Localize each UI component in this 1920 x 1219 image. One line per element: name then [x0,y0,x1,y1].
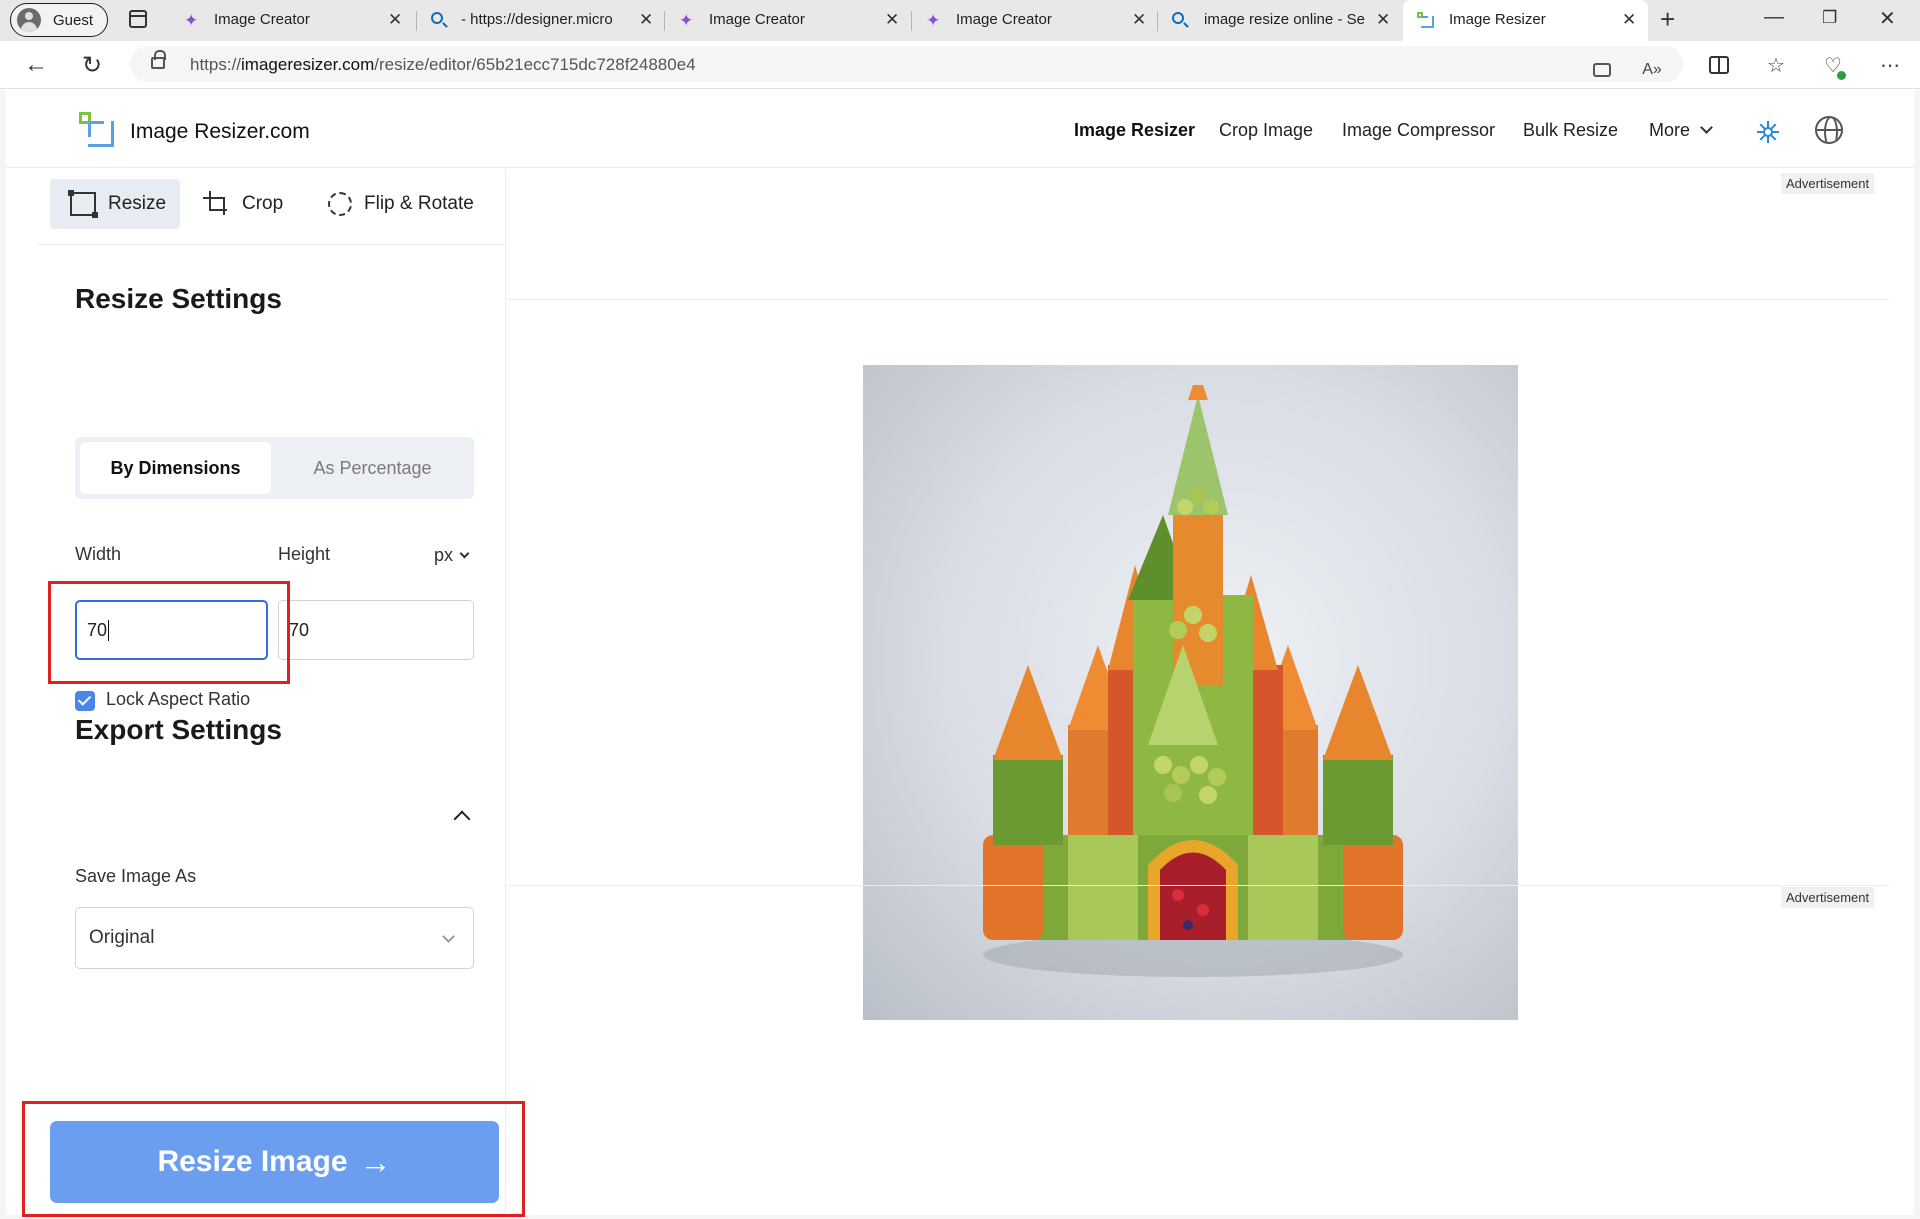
rotate-icon [328,192,352,216]
url-field[interactable]: https://imageresizer.com/resize/editor/6… [130,46,1683,82]
tab-resize-label: Resize [108,193,167,214]
nav-more-label: More [1649,120,1691,140]
tab-flip-rotate-label: Flip & Rotate [364,193,474,214]
as-percentage-button[interactable]: As Percentage [275,442,470,494]
nav-bulk-resize[interactable]: Bulk Resize [1523,120,1618,141]
lock-icon [151,50,166,69]
browser-tab[interactable]: ✦ Image Creator ✕ [170,0,410,41]
profile-label: Guest [53,11,94,29]
export-settings-heading: Export Settings [75,714,282,745]
resize-mode-toggle: By Dimensions As Percentage [75,437,474,499]
back-icon[interactable]: ← [20,49,52,81]
search-icon [1172,12,1190,30]
close-window-icon[interactable]: ✕ [1879,6,1896,31]
browser-tab-active[interactable]: Image Resizer ✕ [1403,0,1648,41]
nav-more[interactable]: More [1649,120,1713,141]
browser-tab[interactable]: ✦ Image Creator ✕ [912,0,1157,41]
site-header: Image Resizer.com Image Resizer Crop Ima… [6,90,1914,168]
browser-tab[interactable]: ✦ Image Creator ✕ [665,0,910,41]
chevron-down-icon [459,548,470,559]
read-aloud-icon[interactable]: A» [1638,56,1666,84]
unit-value: px [434,545,454,565]
nav-image-compressor[interactable]: Image Compressor [1342,120,1495,141]
width-label: Width [75,544,122,564]
sparkle-icon: ✦ [184,11,199,30]
highlight-box-resize [22,1101,525,1217]
save-format-value: Original [89,927,155,948]
search-icon [431,12,449,30]
url-text: https://imageresizer.com/resize/editor/6… [190,55,696,74]
close-tab-icon[interactable]: ✕ [1376,10,1390,30]
tab-crop-label: Crop [242,193,284,214]
tab-flip-rotate[interactable]: Flip & Rotate [328,179,498,229]
resize-settings-heading: Resize Settings [75,283,282,314]
advertisement-label: Advertisement [1781,887,1875,908]
theme-toggle-icon[interactable] [1757,121,1779,143]
tab-title: Image Resizer [1449,11,1546,28]
split-screen-icon[interactable] [1705,51,1733,79]
settings-panel: Resize Crop Flip & Rotate Resize Setting… [22,169,525,1217]
divider [507,299,1889,300]
close-tab-icon[interactable]: ✕ [1132,10,1146,30]
address-bar: ← ↻ https://imageresizer.com/resize/edit… [0,41,1920,89]
chevron-down-icon [1700,121,1713,134]
sparkle-icon: ✦ [679,11,694,30]
profile-avatar-icon [17,8,41,32]
sparkle-icon: ✦ [926,11,941,30]
tab-title: image resize online - Se [1204,11,1365,28]
save-image-as-label: Save Image As [75,866,197,886]
fruit-castle-image [983,385,1403,977]
height-input[interactable]: 70 [278,600,474,660]
browser-tab[interactable]: - https://designer.micro ✕ [417,0,662,41]
image-resizer-icon [1417,12,1435,30]
close-tab-icon[interactable]: ✕ [885,10,899,30]
logo-icon[interactable] [79,112,115,148]
unit-select[interactable]: px [434,545,470,566]
tab-title: Image Creator [214,11,310,28]
favorites-icon[interactable]: ☆ [1762,51,1790,79]
close-tab-icon[interactable]: ✕ [1622,10,1636,30]
language-globe-icon[interactable] [1815,116,1843,144]
new-tab-icon[interactable]: + [1660,4,1675,34]
by-dimensions-button[interactable]: By Dimensions [80,442,271,494]
chevron-down-icon [442,930,455,943]
profile-button[interactable]: Guest [10,3,108,37]
save-format-select[interactable]: Original [75,907,474,969]
nav-crop-image[interactable]: Crop Image [1219,120,1313,141]
tab-bar: Guest ✦ Image Creator ✕ - https://design… [0,0,1920,41]
browser-essentials-icon[interactable]: ♡ [1819,51,1847,80]
close-tab-icon[interactable]: ✕ [639,10,653,30]
tab-title: Image Creator [956,11,1052,28]
nav-image-resizer[interactable]: Image Resizer [1074,120,1195,141]
image-preview [863,365,1518,1020]
lock-aspect-ratio-label[interactable]: Lock Aspect Ratio [106,689,250,710]
divider [507,885,1889,886]
tab-actions-icon[interactable] [129,10,147,28]
minimize-icon[interactable]: — [1764,6,1784,29]
site: Image Resizer.com Image Resizer Crop Ima… [6,90,1914,1217]
tool-tabs: Resize Crop Flip & Rotate [38,169,506,245]
advertisement-label: Advertisement [1781,173,1875,194]
resize-icon [68,190,98,218]
close-tab-icon[interactable]: ✕ [388,10,402,30]
page-viewport: Image Resizer.com Image Resizer Crop Ima… [0,90,1920,1219]
settings-more-icon[interactable]: ⋯ [1876,51,1904,79]
brand-name[interactable]: Image Resizer.com [130,120,310,144]
shopping-icon[interactable] [1588,56,1616,84]
height-value: 70 [289,619,310,640]
chevron-up-icon[interactable] [453,810,471,828]
tab-title: Image Creator [709,11,805,28]
height-label: Height [278,544,331,564]
tab-crop[interactable]: Crop [203,179,304,229]
restore-icon[interactable]: ❐ [1822,8,1837,28]
tab-resize[interactable]: Resize [50,179,180,229]
lock-aspect-ratio-checkbox[interactable] [75,691,95,711]
browser-tab[interactable]: image resize online - Se ✕ [1158,0,1403,41]
crop-icon [203,191,230,216]
tab-title: - https://designer.micro [461,11,613,28]
refresh-icon[interactable]: ↻ [76,49,108,81]
highlight-box-width [48,581,290,684]
